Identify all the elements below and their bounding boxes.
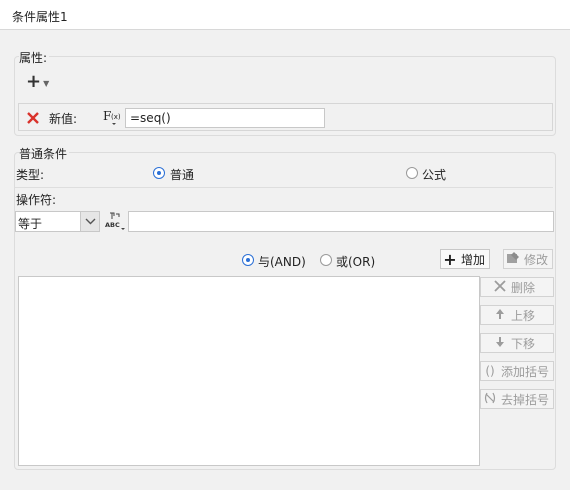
type-formula-label[interactable]: 公式 bbox=[422, 166, 446, 183]
move-down-label: 下移 bbox=[511, 336, 536, 351]
conditions-list[interactable] bbox=[18, 276, 480, 466]
plus-icon: + bbox=[443, 249, 457, 269]
abc-type-icon[interactable]: ABC bbox=[104, 210, 126, 232]
logic-and-radio[interactable] bbox=[242, 254, 254, 266]
logic-or-label[interactable]: 或(OR) bbox=[336, 253, 375, 270]
move-up-label: 上移 bbox=[511, 308, 536, 323]
new-value-row: 新值: F (x) bbox=[18, 103, 553, 131]
chevron-down-icon: ▼ bbox=[43, 78, 50, 88]
delete-condition-label: 删除 bbox=[511, 280, 536, 295]
window-title: 条件属性1 bbox=[12, 10, 68, 24]
add-bracket-label: 添加括号 bbox=[501, 364, 550, 379]
svg-text:(x): (x) bbox=[111, 113, 121, 121]
title-bar: 条件属性1 bbox=[0, 0, 570, 30]
type-formula-radio[interactable] bbox=[406, 167, 418, 179]
brackets-icon: () bbox=[485, 364, 495, 378]
logic-and-label[interactable]: 与(AND) bbox=[258, 253, 306, 270]
add-bracket-button[interactable]: () 添加括号 bbox=[480, 361, 554, 381]
modify-condition-button[interactable]: 修改 bbox=[503, 249, 553, 269]
add-condition-label: 增加 bbox=[461, 252, 486, 267]
type-label: 类型: bbox=[16, 168, 45, 182]
type-normal-radio[interactable] bbox=[153, 167, 165, 179]
arrow-up-icon bbox=[493, 308, 507, 323]
remove-bracket-label: 去掉括号 bbox=[501, 392, 550, 407]
modify-condition-label: 修改 bbox=[524, 252, 549, 267]
logic-or-radio[interactable] bbox=[320, 254, 332, 266]
operator-selected-value: 等于 bbox=[18, 217, 43, 231]
move-down-button[interactable]: 下移 bbox=[480, 333, 554, 353]
formula-icon[interactable]: F (x) bbox=[103, 108, 125, 128]
plus-icon: + bbox=[26, 71, 42, 92]
delete-condition-button[interactable]: 删除 bbox=[480, 277, 554, 297]
svg-text:ABC: ABC bbox=[105, 221, 120, 229]
arrow-down-icon bbox=[493, 336, 507, 351]
operator-label: 操作符: bbox=[16, 193, 57, 207]
remove-bracket-button[interactable]: 去掉括号 bbox=[480, 389, 554, 409]
delete-x-icon[interactable] bbox=[25, 110, 41, 126]
condition-section-label: 普通条件 bbox=[19, 145, 70, 162]
type-normal-label[interactable]: 普通 bbox=[170, 166, 194, 183]
move-up-button[interactable]: 上移 bbox=[480, 305, 554, 325]
operand-input[interactable] bbox=[128, 211, 554, 232]
remove-brackets-icon bbox=[483, 391, 497, 408]
add-property-button[interactable]: + ▼ bbox=[24, 72, 56, 92]
operator-select[interactable]: 等于 bbox=[15, 211, 100, 232]
new-value-label: 新值: bbox=[49, 112, 78, 126]
new-value-input[interactable] bbox=[125, 108, 325, 128]
add-condition-button[interactable]: + 增加 bbox=[440, 249, 490, 269]
divider bbox=[15, 187, 553, 188]
close-icon bbox=[493, 279, 507, 295]
chevron-down-icon bbox=[80, 212, 99, 231]
properties-label: 属性: bbox=[19, 49, 50, 66]
edit-icon bbox=[506, 251, 520, 268]
